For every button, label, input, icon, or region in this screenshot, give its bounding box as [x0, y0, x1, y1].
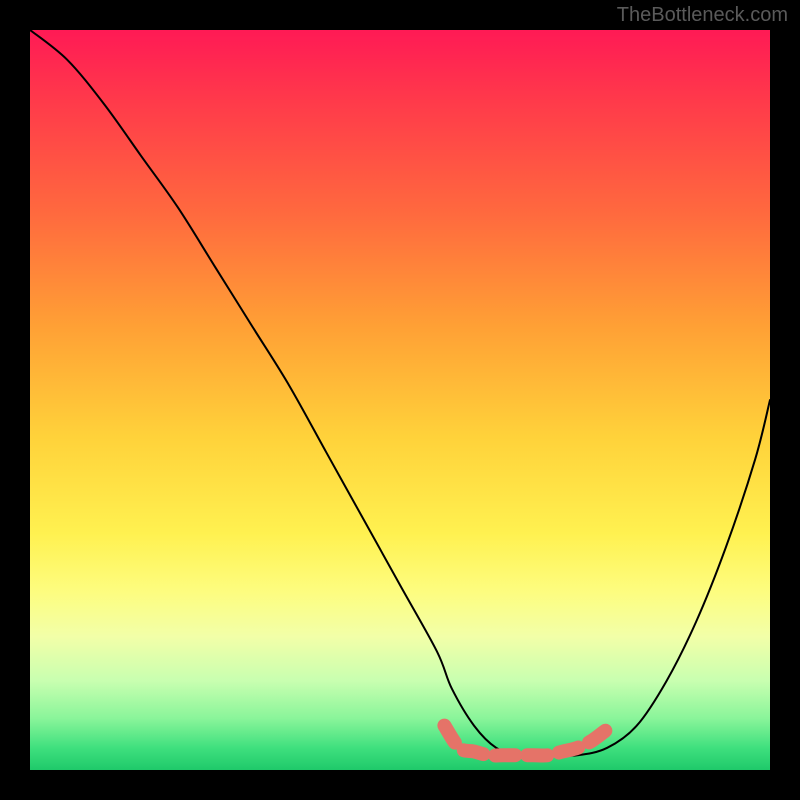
optimal-band-line	[444, 726, 607, 756]
plot-area	[30, 30, 770, 770]
bottleneck-curve-line	[30, 30, 770, 756]
chart-svg	[30, 30, 770, 770]
watermark-text: TheBottleneck.com	[617, 4, 788, 27]
